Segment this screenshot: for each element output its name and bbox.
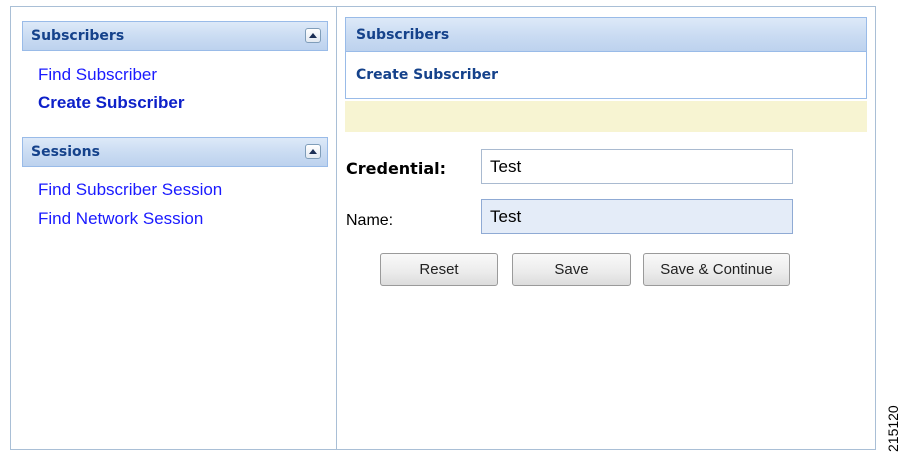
main-content: Subscribers Create Subscriber Credential…	[336, 7, 877, 449]
save-continue-button[interactable]: Save & Continue	[643, 253, 790, 286]
page-title: Create Subscriber	[356, 67, 499, 83]
name-label: Name:	[346, 212, 394, 229]
sidebar-item-find-subscriber-session[interactable]: Find Subscriber Session	[38, 180, 222, 200]
sessions-panel-header[interactable]: Sessions	[22, 137, 328, 167]
sidebar-item-create-subscriber[interactable]: Create Subscriber	[38, 93, 184, 113]
subscribers-panel-header[interactable]: Subscribers	[22, 21, 328, 51]
sidebar-item-find-network-session[interactable]: Find Network Session	[38, 209, 203, 229]
sidebar: Subscribers Find Subscriber Create Subsc…	[11, 7, 336, 449]
collapse-sessions-chevron-up-icon[interactable]	[305, 144, 321, 159]
figure-id: 215120	[885, 405, 901, 452]
message-area	[345, 101, 867, 132]
app-frame: Subscribers Find Subscriber Create Subsc…	[10, 6, 876, 450]
name-field[interactable]	[481, 199, 793, 234]
sidebar-item-find-subscriber[interactable]: Find Subscriber	[38, 65, 157, 85]
collapse-subscribers-chevron-up-icon[interactable]	[305, 28, 321, 43]
main-panel-title: Subscribers	[356, 27, 450, 43]
credential-field[interactable]	[481, 149, 793, 184]
save-button[interactable]: Save	[512, 253, 631, 286]
sessions-panel-title: Sessions	[31, 144, 100, 160]
reset-button[interactable]: Reset	[380, 253, 498, 286]
credential-label: Credential:	[346, 159, 446, 178]
subscribers-panel-title: Subscribers	[31, 28, 125, 44]
main-panel-header: Subscribers	[346, 18, 866, 52]
main-panel: Subscribers Create Subscriber	[345, 17, 867, 99]
